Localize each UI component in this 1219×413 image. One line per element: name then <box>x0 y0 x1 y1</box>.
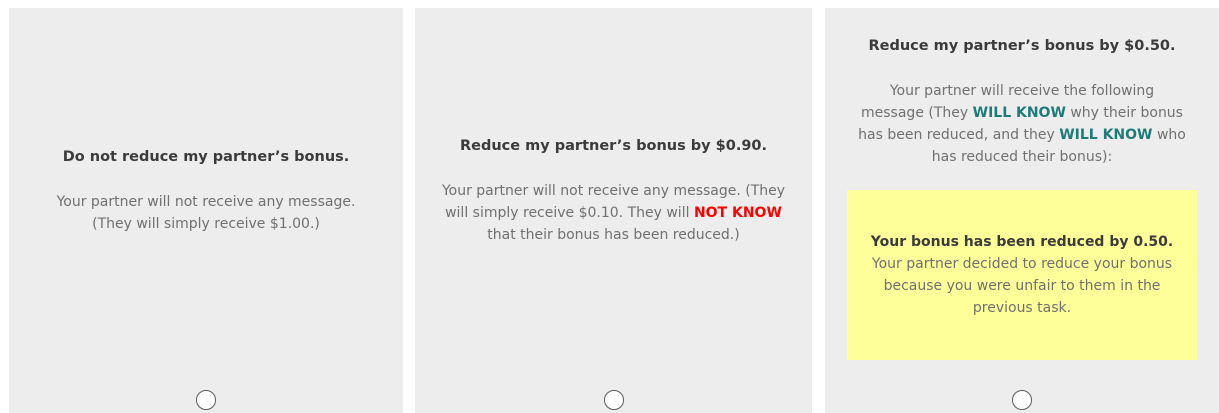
option-radio-button[interactable] <box>1012 390 1032 410</box>
message-body: Your partner decided to reduce your bonu… <box>871 256 1173 316</box>
not-know-emphasis: NOT KNOW <box>693 204 782 221</box>
option-description: Your partner will not receive any messag… <box>439 180 789 246</box>
will-know-emphasis: WILL KNOW <box>972 105 1066 121</box>
message-headline: Your bonus has been reduced by 0.50. <box>870 234 1174 250</box>
option-content: Reduce my partner’s bonus by $0.90. Your… <box>415 8 812 373</box>
option-title: Do not reduce my partner’s bonus. <box>62 148 350 165</box>
option-content: Do not reduce my partner’s bonus. Your p… <box>9 8 403 373</box>
partner-message-text: Your bonus has been reduced by 0.50. You… <box>865 231 1179 319</box>
option-title: Reduce my partner’s bonus by $0.90. <box>459 137 768 154</box>
option-card-no-reduction[interactable]: Do not reduce my partner’s bonus. Your p… <box>9 8 403 413</box>
option-description: Your partner will receive the following … <box>857 80 1187 168</box>
desc-text: that their bonus has been reduced.) <box>487 226 740 243</box>
option-content: Reduce my partner’s bonus by $0.50. Your… <box>825 8 1219 373</box>
options-row: Do not reduce my partner’s bonus. Your p… <box>0 0 1219 413</box>
will-know-emphasis: WILL KNOW <box>1059 127 1153 143</box>
option-card-reduce-050[interactable]: Reduce my partner’s bonus by $0.50. Your… <box>825 8 1219 413</box>
option-radio-button[interactable] <box>603 390 624 410</box>
partner-message-box: Your bonus has been reduced by 0.50. You… <box>847 190 1197 360</box>
option-title: Reduce my partner’s bonus by $0.50. <box>868 38 1176 54</box>
option-radio-button[interactable] <box>196 390 216 410</box>
option-card-reduce-090[interactable]: Reduce my partner’s bonus by $0.90. Your… <box>415 8 812 413</box>
option-description: Your partner will not receive any messag… <box>56 193 356 232</box>
